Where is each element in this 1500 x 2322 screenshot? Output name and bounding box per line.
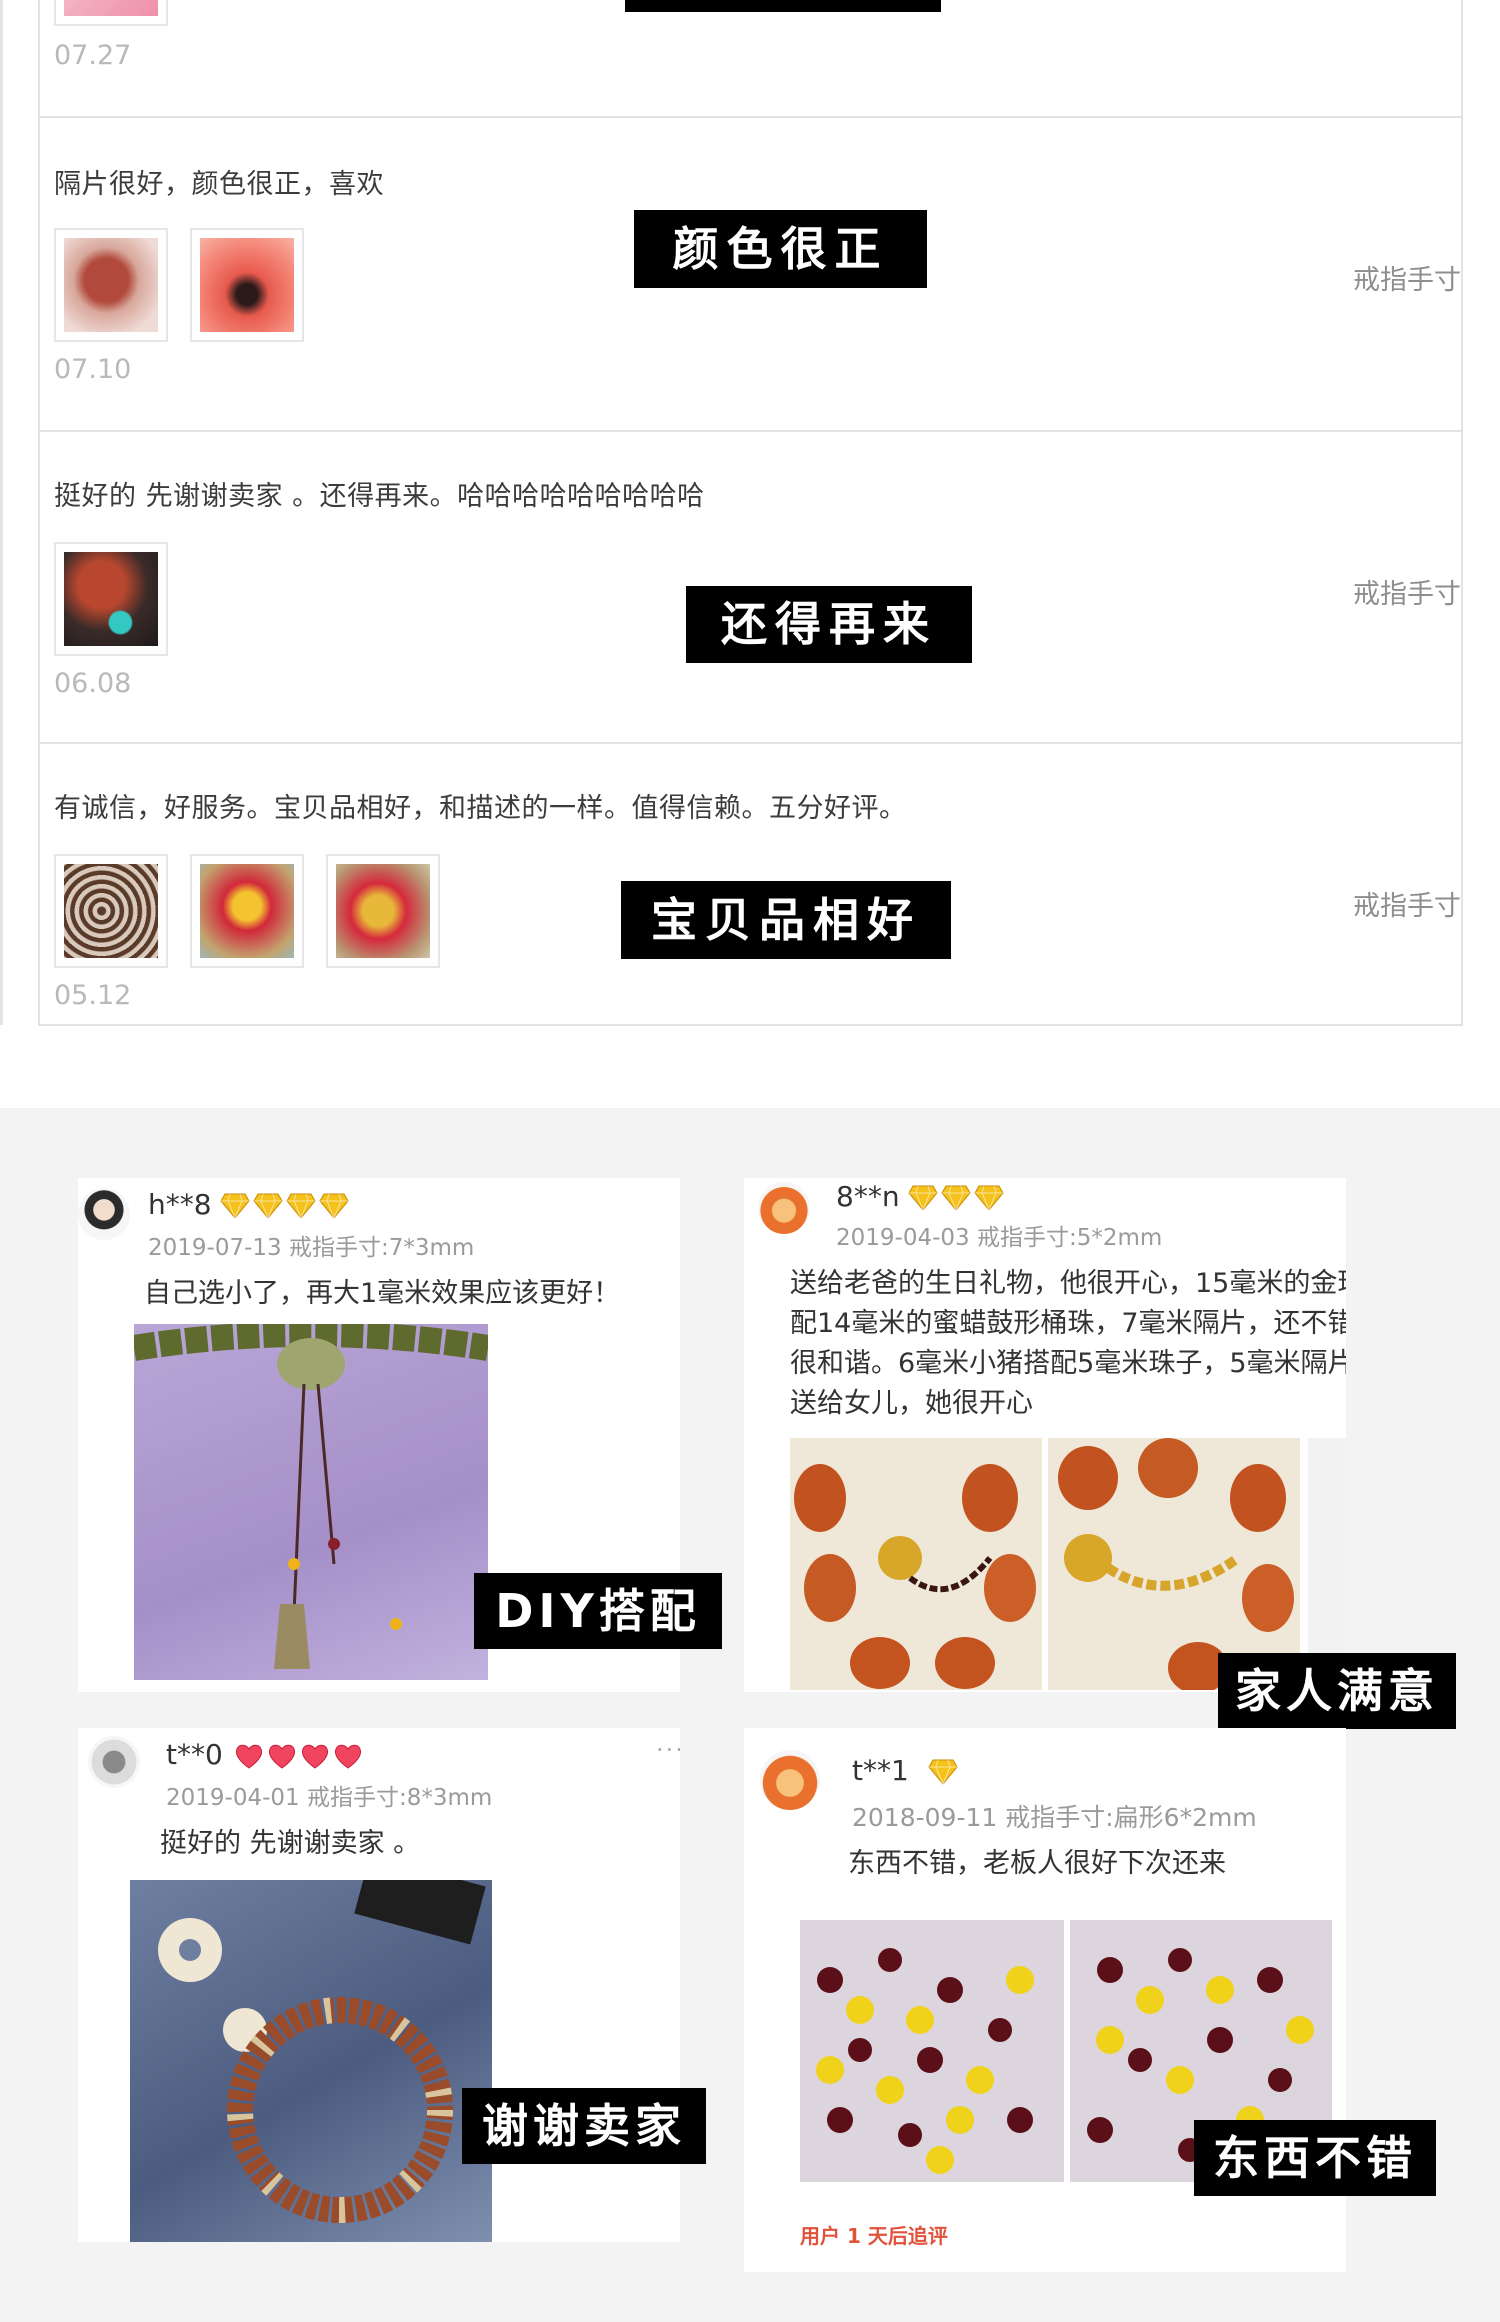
review-date: 05.12	[54, 980, 132, 1011]
gem-icon	[319, 1192, 349, 1220]
review-tag-banner: 东西不错	[1194, 2120, 1436, 2196]
review-photo-thumb[interactable]	[326, 854, 440, 968]
review-spec: 戒指手寸	[1353, 579, 1461, 610]
username: t**1	[852, 1754, 909, 1787]
review-photo[interactable]	[790, 1438, 1042, 1690]
review-spec: 戒指手寸	[1353, 891, 1461, 922]
gem-icon	[928, 1758, 958, 1786]
heart-icon	[268, 1744, 296, 1769]
review-photo-thumb[interactable]	[190, 228, 304, 342]
review-tag-banner: 谢谢卖家	[462, 2088, 706, 2164]
user-avatar[interactable]	[760, 1750, 820, 1810]
review-photo-thumb[interactable]	[190, 854, 304, 968]
bracelet-illustration	[158, 1880, 486, 2223]
review-meta: 2018-09-11 戒指手寸:扁形6*2mm	[852, 1803, 1257, 1832]
member-level-badges	[908, 1184, 1004, 1212]
review-tag-banner: 宝贝品相好	[621, 881, 951, 959]
review-list: 07.27 隔片很好，颜色很正，喜欢 07.10 戒指手寸 颜色很正 挺好的 先…	[38, 0, 1463, 1026]
review-text: 挺好的 先谢谢卖家 。还得再来。哈哈哈哈哈哈哈哈哈	[54, 481, 705, 512]
review-tag-banner: 家人满意	[1218, 1653, 1456, 1729]
review-date: 07.10	[54, 354, 132, 385]
member-level-badges	[234, 1742, 363, 1770]
user-avatar[interactable]	[758, 1182, 810, 1234]
review-text: 配14毫米的蜜蜡鼓形桶珠，7毫米隔片，还不错	[790, 1308, 1346, 1339]
review-tag-banner: 还得再来	[686, 586, 972, 663]
heart-icon	[301, 1744, 329, 1769]
review-meta: 2019-04-01 戒指手寸:8*3mm	[166, 1785, 493, 1811]
gem-icon	[908, 1184, 938, 1212]
review-text: 很和谐。6毫米小猪搭配5毫米珠子，5毫米隔片	[790, 1348, 1346, 1379]
review-photo-thumb[interactable]	[54, 0, 168, 26]
followup-review-label[interactable]: 用户 1 天后追评	[800, 2220, 948, 2249]
review-text: 东西不错，老板人很好下次还来	[848, 1848, 1226, 1879]
username: 8**n	[836, 1180, 900, 1213]
review-text: 挺好的 先谢谢卖家 。	[160, 1828, 421, 1859]
bracelet-illustration	[134, 1324, 488, 1669]
review-text: 隔片很好，颜色很正，喜欢	[54, 169, 384, 200]
member-level-badges	[220, 1192, 349, 1220]
review-date: 06.08	[54, 668, 132, 699]
review-photo-thumb[interactable]	[54, 228, 168, 342]
gem-icon	[974, 1184, 1004, 1212]
username: h**8	[148, 1188, 212, 1221]
user-avatar[interactable]	[78, 1188, 130, 1240]
gem-icon	[286, 1192, 316, 1220]
bracelet-illustration	[794, 1464, 1036, 1689]
review-text: 送给女儿，她很开心	[790, 1388, 1033, 1419]
more-options-icon[interactable]: ···	[656, 1736, 680, 1764]
beads-illustration	[816, 1948, 1034, 2174]
review-photo[interactable]	[134, 1324, 488, 1680]
gem-icon	[941, 1184, 971, 1212]
review-text: 自己选小了，再大1毫米效果应该更好！	[144, 1278, 621, 1309]
review-spec: 戒指手寸	[1353, 265, 1461, 296]
review-photo-thumb[interactable]	[54, 542, 168, 656]
review-date: 07.27	[54, 40, 132, 71]
review-list-section: 07.27 隔片很好，颜色很正，喜欢 07.10 戒指手寸 颜色很正 挺好的 先…	[0, 0, 1500, 1108]
member-level-badges	[928, 1758, 958, 1786]
username: t**0	[166, 1738, 223, 1771]
review-tag-banner: DIY搭配	[474, 1573, 722, 1649]
review-tag-banner: 颜色很正	[634, 210, 927, 288]
review-meta: 2019-04-03 戒指手寸:5*2mm	[836, 1225, 1163, 1251]
review-cards-section: h**8 2019-07-13 戒指手寸:7*3mm 自己选小了，再大1毫米效果…	[0, 1108, 1500, 2322]
review-item: 07.27	[40, 0, 1461, 118]
heart-icon	[334, 1744, 362, 1769]
user-avatar[interactable]	[88, 1736, 140, 1788]
heart-icon	[235, 1744, 263, 1769]
gem-icon	[253, 1192, 283, 1220]
gem-icon	[220, 1192, 250, 1220]
review-meta: 2019-07-13 戒指手寸:7*3mm	[148, 1235, 475, 1261]
review-text: 送给老爸的生日礼物，他很开心，15毫米的金珠	[790, 1268, 1346, 1299]
review-photo-thumb[interactable]	[54, 854, 168, 968]
left-border	[0, 0, 3, 1025]
review-photo[interactable]	[800, 1920, 1064, 2182]
review-photo[interactable]	[130, 1880, 492, 2242]
review-card: 8**n 2019-04-03 戒指手寸:5*2mm 送给老爸的生日礼物，他很开…	[744, 1178, 1346, 1692]
review-card: t**0 ··· 2019-04-01 戒指手寸:8*3mm 挺好的 先谢谢卖家…	[78, 1728, 680, 2242]
tag-banner-partial	[625, 0, 941, 12]
review-text: 有诚信，好服务。宝贝品相好，和描述的一样。值得信赖。五分好评。	[54, 793, 907, 824]
